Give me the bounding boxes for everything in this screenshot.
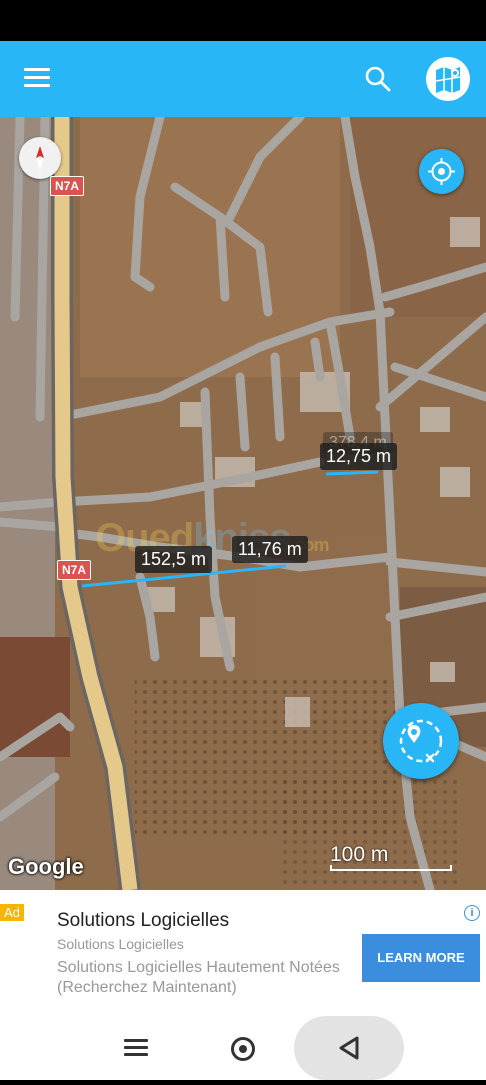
compass-button[interactable]	[19, 137, 61, 179]
compass-icon	[36, 146, 44, 170]
ad-badge: Ad	[0, 904, 24, 921]
route-icon	[399, 719, 443, 763]
info-icon[interactable]: i	[464, 905, 480, 921]
back-icon	[339, 1036, 359, 1060]
home-icon[interactable]	[231, 1037, 255, 1061]
crosshair-icon	[428, 158, 455, 185]
route-measure-button[interactable]	[383, 703, 459, 779]
ad-description: Solutions Logicielles Hautement Notées (…	[57, 959, 340, 996]
road-badge: N7A	[57, 560, 92, 580]
recents-icon[interactable]	[124, 1039, 148, 1059]
map-type-button[interactable]	[426, 57, 470, 101]
ad-banner[interactable]: Ad i Solutions Logicielles Solutions Log…	[0, 890, 486, 1010]
map-type-icon	[435, 67, 461, 93]
measurement-label: 12,75 m	[320, 443, 398, 470]
ad-title[interactable]: Solutions Logicielles	[57, 910, 229, 932]
google-attribution: Google	[8, 854, 84, 879]
ad-subtitle: Solutions Logicielles	[57, 936, 184, 952]
my-location-button[interactable]	[419, 149, 464, 194]
app-bar	[0, 41, 486, 117]
road-badge: N7A	[50, 176, 85, 196]
distance-label: 152,5 m	[135, 546, 213, 573]
hamburger-menu-icon[interactable]	[24, 68, 52, 90]
learn-more-button[interactable]: LEARN MORE	[362, 934, 480, 982]
status-bar	[0, 0, 486, 41]
measurement-label: 11,76 m	[232, 536, 308, 563]
search-icon[interactable]	[364, 65, 392, 93]
scale-bar-line	[330, 865, 452, 871]
back-button[interactable]	[294, 1016, 404, 1080]
system-nav-bar	[0, 1010, 486, 1080]
scale-label: 100 m	[330, 843, 389, 866]
scale-bar: 100 m	[330, 843, 454, 873]
